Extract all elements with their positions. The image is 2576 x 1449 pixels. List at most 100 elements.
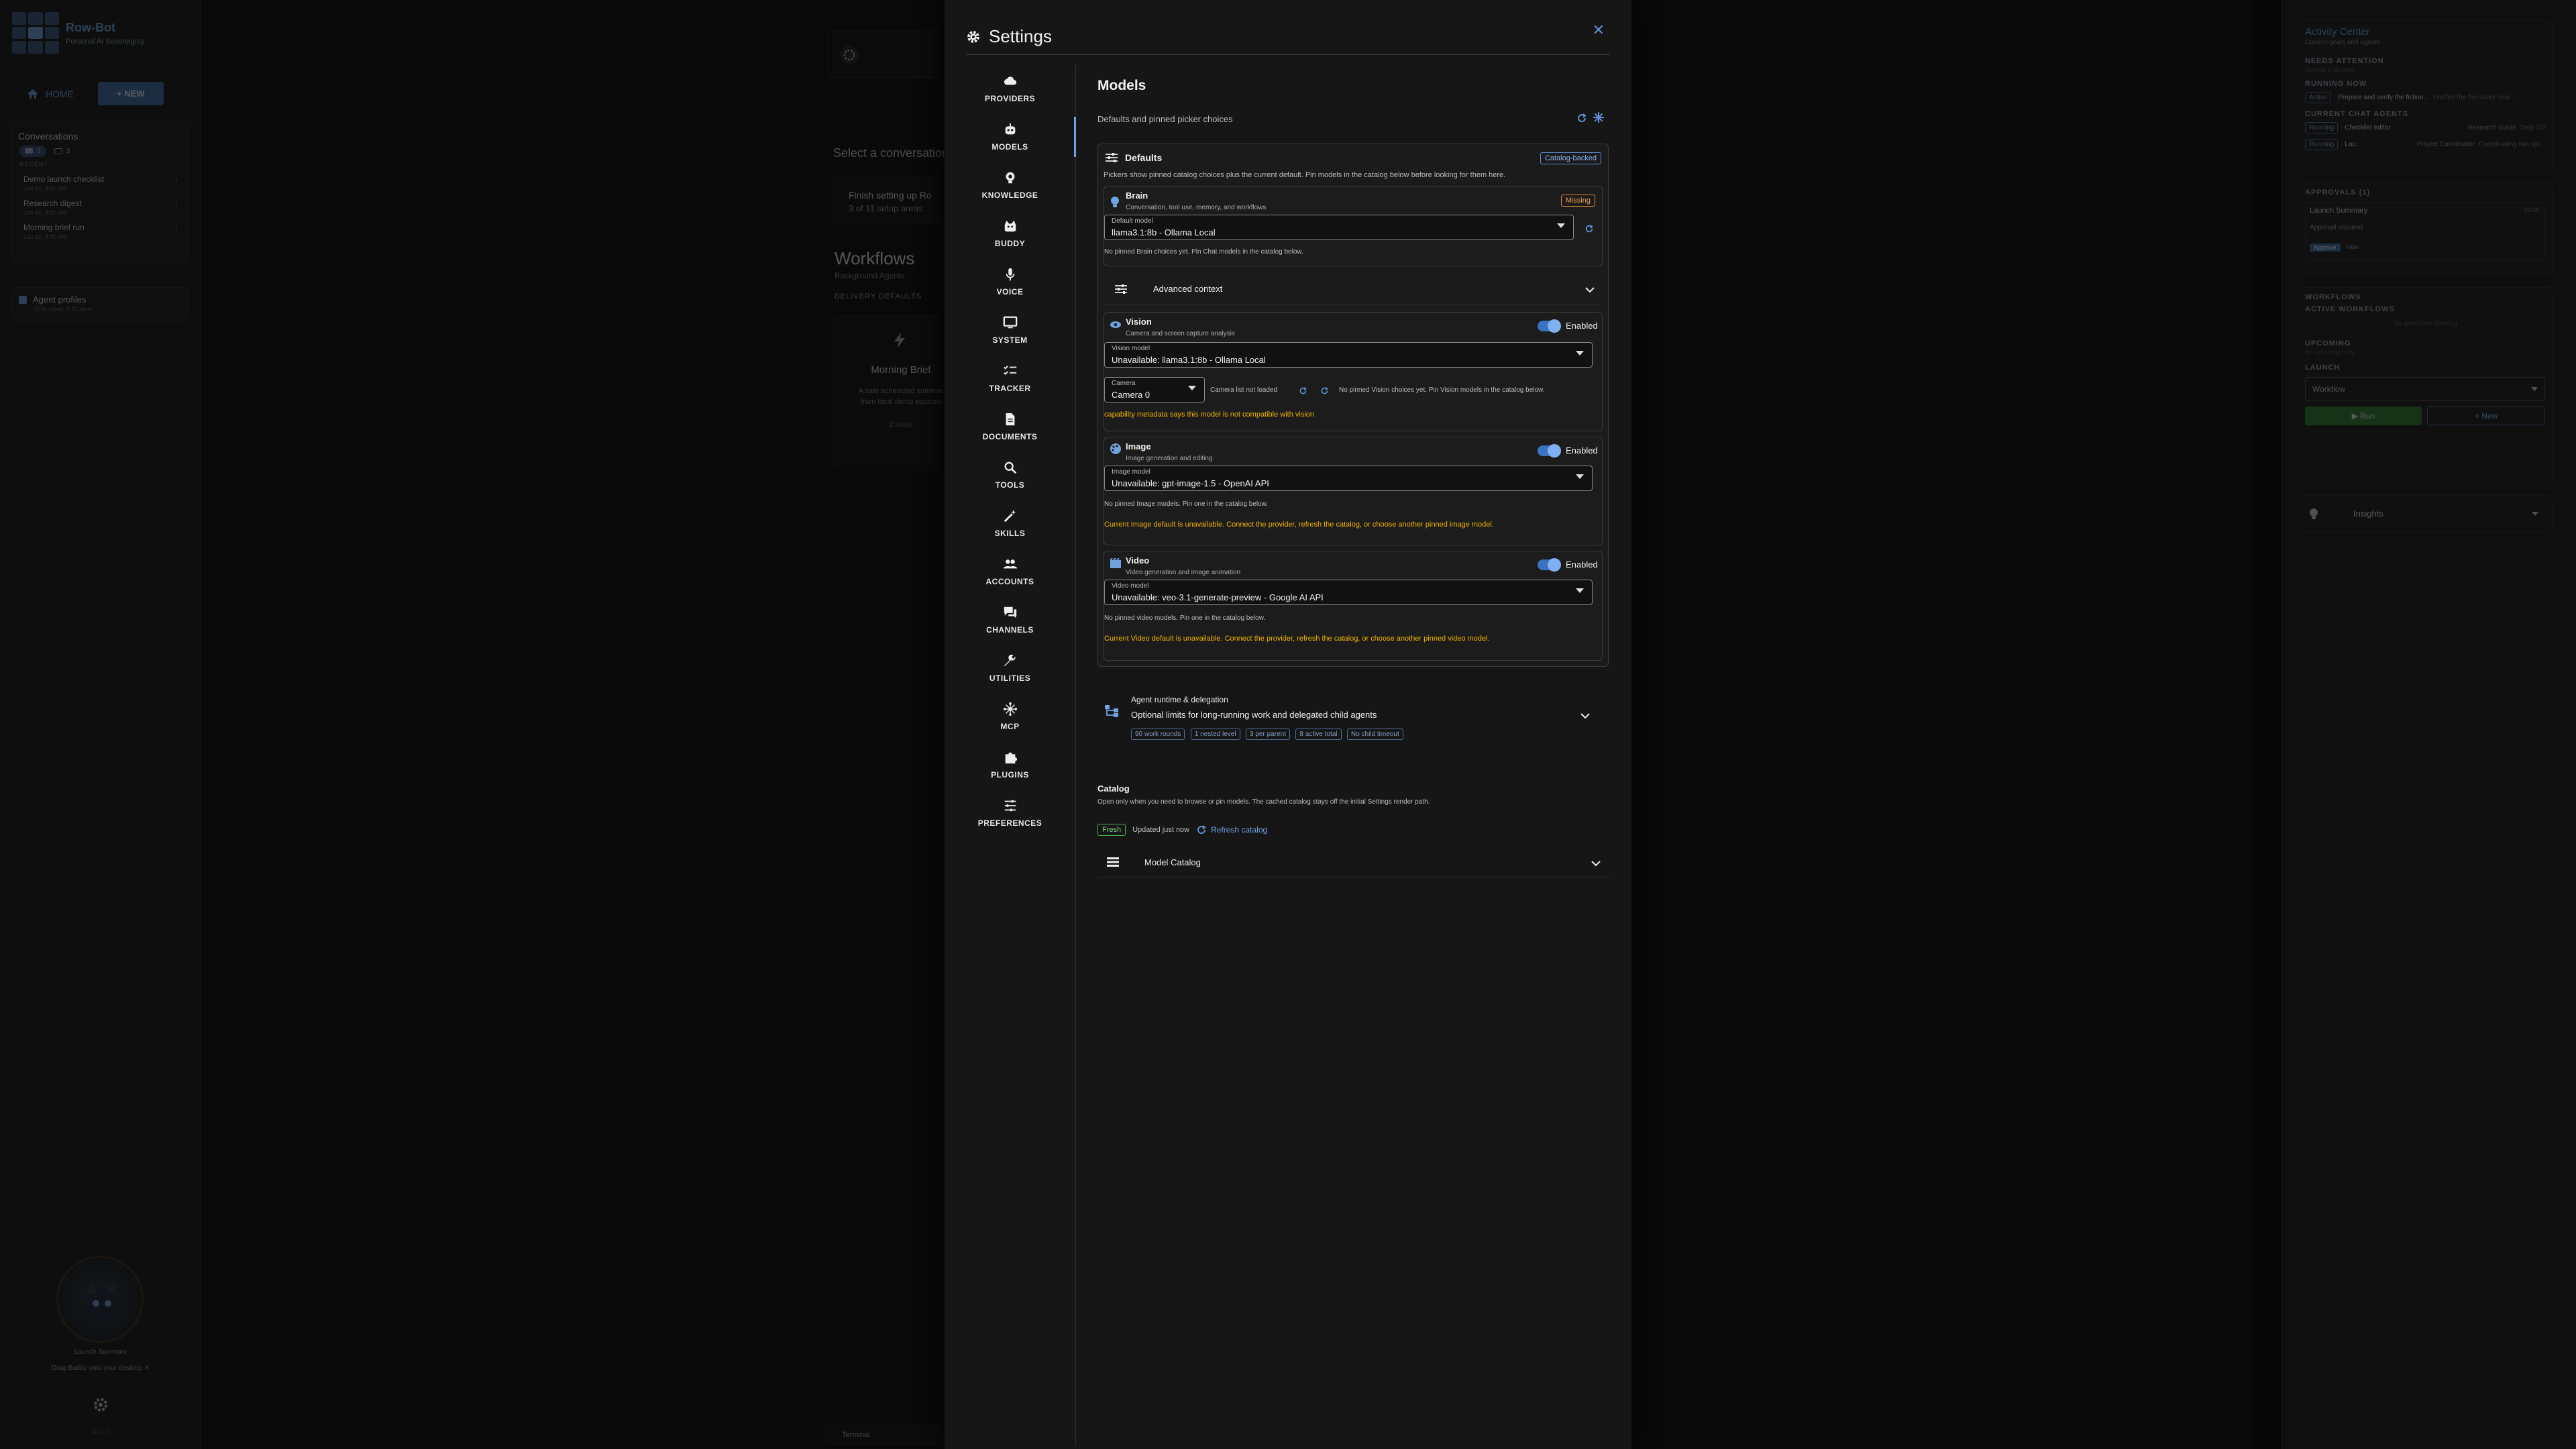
nav-mcp[interactable]: MCP — [945, 692, 1075, 741]
catalog-backed-badge: Catalog-backed — [1540, 152, 1601, 164]
nav-knowledge[interactable]: KNOWLEDGE — [945, 161, 1075, 209]
vision-title: Vision — [1126, 317, 1152, 327]
refresh-icon[interactable] — [1585, 224, 1594, 233]
runtime-pill: 3 per parent — [1246, 729, 1290, 740]
nav-plugins[interactable]: PLUGINS — [945, 741, 1075, 789]
image-warning: Current Image default is unavailable. Co… — [1104, 521, 1494, 529]
nav-channels[interactable]: CHANNELS — [945, 596, 1075, 644]
image-toggle[interactable] — [1538, 444, 1561, 458]
vision-note: No pinned Vision choices yet. Pin Vision… — [1339, 386, 1545, 394]
video-warning: Current Video default is unavailable. Co… — [1104, 635, 1490, 643]
refresh-catalog-label: Refresh catalog — [1211, 825, 1268, 835]
vision-model-select[interactable]: Vision model Unavailable: llama3.1:8b - … — [1104, 342, 1593, 368]
video-model-select[interactable]: Video model Unavailable: veo-3.1-generat… — [1104, 580, 1593, 605]
runtime-pill: 1 nested level — [1190, 729, 1240, 740]
chevron-down-icon — [1188, 386, 1196, 390]
nav-label: MCP — [1000, 722, 1020, 731]
video-model-caption: Video model — [1112, 582, 1149, 590]
nav-label: VOICE — [996, 287, 1024, 297]
camera-value: Camera 0 — [1112, 390, 1150, 400]
chat-bubbles-icon — [1004, 606, 1016, 619]
nav-label: UTILITIES — [989, 674, 1031, 683]
refresh-icon — [1197, 825, 1206, 835]
microphone-icon — [1006, 268, 1014, 281]
people-icon — [1003, 559, 1017, 569]
pet-icon — [1004, 220, 1016, 232]
nav-label: BUDDY — [994, 239, 1026, 248]
nav-label: MODELS — [991, 142, 1028, 152]
vision-model-value: Unavailable: llama3.1:8b - Ollama Local — [1112, 355, 1266, 365]
chevron-down-icon — [1576, 351, 1584, 356]
refresh-icon[interactable] — [1299, 386, 1307, 395]
defaults-title: Defaults — [1125, 152, 1163, 163]
advanced-context-toggle[interactable]: Advanced context — [1104, 274, 1603, 305]
refresh-icon[interactable] — [1576, 113, 1587, 123]
brain-note: No pinned Brain choices yet. Pin Chat mo… — [1104, 248, 1303, 256]
nav-voice[interactable]: VOICE — [945, 258, 1075, 306]
model-catalog-toggle[interactable]: Model Catalog — [1097, 845, 1609, 877]
camera-caption: Camera — [1112, 380, 1136, 387]
nav-accounts[interactable]: ACCOUNTS — [945, 547, 1075, 596]
vision-section: Vision Camera and screen capture analysi… — [1104, 312, 1603, 431]
checklist-icon — [1003, 366, 1016, 375]
advanced-context-label: Advanced context — [1153, 284, 1223, 294]
close-icon[interactable]: ✕ — [1593, 21, 1605, 39]
settings-nav: PROVIDERS MODELS KNOWLEDGE BUDDY VOICE S… — [945, 64, 1076, 1446]
nav-skills[interactable]: SKILLS — [945, 499, 1075, 547]
vision-toggle-label: Enabled — [1566, 321, 1598, 331]
nav-models[interactable]: MODELS — [945, 113, 1076, 161]
camera-select[interactable]: Camera Camera 0 — [1104, 377, 1205, 402]
nav-label: SKILLS — [994, 529, 1026, 538]
robot-icon — [1005, 123, 1015, 135]
nav-label: TRACKER — [989, 384, 1031, 393]
vision-toggle[interactable] — [1538, 319, 1561, 333]
nav-label: TOOLS — [995, 480, 1025, 490]
image-model-caption: Image model — [1112, 468, 1150, 476]
nav-documents[interactable]: DOCUMENTS — [945, 402, 1075, 451]
video-title: Video — [1126, 555, 1150, 566]
nav-label: ACCOUNTS — [985, 577, 1034, 586]
nav-label: PROVIDERS — [984, 94, 1036, 103]
nav-buddy[interactable]: BUDDY — [945, 209, 1075, 258]
catalog-updated: Updated just now — [1132, 826, 1190, 834]
nav-label: CHANNELS — [986, 625, 1034, 635]
refresh-icon[interactable] — [1320, 386, 1329, 395]
nav-tracker[interactable]: TRACKER — [945, 354, 1075, 402]
default-model-value: llama3.1:8b - Ollama Local — [1112, 227, 1216, 237]
nav-system[interactable]: SYSTEM — [945, 306, 1075, 354]
eye-icon — [1110, 321, 1121, 328]
defaults-card: Defaults Catalog-backed Pickers show pin… — [1097, 144, 1609, 667]
missing-badge: Missing — [1560, 195, 1595, 207]
chevron-down-icon — [1576, 588, 1584, 593]
video-toggle[interactable] — [1538, 558, 1561, 572]
sparkle-icon[interactable] — [1593, 111, 1605, 123]
wrench-icon — [1004, 654, 1016, 667]
image-section: Image Image generation and editing Enabl… — [1104, 437, 1603, 545]
settings-title: Settings — [989, 26, 1052, 46]
image-title: Image — [1126, 441, 1151, 451]
default-model-select[interactable]: Default model llama3.1:8b - Ollama Local — [1104, 215, 1574, 240]
video-description: Video generation and image animation — [1126, 569, 1241, 576]
model-catalog-label: Model Catalog — [1144, 857, 1201, 867]
runtime-pill: 90 work rounds — [1131, 729, 1185, 740]
image-description: Image generation and editing — [1126, 455, 1213, 462]
nav-utilities[interactable]: UTILITIES — [945, 644, 1075, 692]
settings-header: Settings ✕ — [966, 19, 1610, 55]
default-model-caption: Default model — [1112, 217, 1153, 225]
nav-label: PREFERENCES — [977, 818, 1042, 828]
nav-tools[interactable]: TOOLS — [945, 451, 1075, 499]
camera-note: Camera list not loaded — [1210, 386, 1278, 394]
vision-model-caption: Vision model — [1112, 345, 1150, 352]
image-note: No pinned Image models. Pin one in the c… — [1104, 500, 1269, 508]
image-model-select[interactable]: Image model Unavailable: gpt-image-1.5 -… — [1104, 466, 1593, 491]
image-model-value: Unavailable: gpt-image-1.5 - OpenAI API — [1112, 478, 1269, 488]
agent-runtime-section[interactable]: Agent runtime & delegation Optional limi… — [1097, 684, 1609, 745]
refresh-catalog-button[interactable]: Refresh catalog — [1196, 824, 1267, 835]
nav-preferences[interactable]: PREFERENCES — [945, 789, 1075, 837]
runtime-pills: 90 work rounds 1 nested level 3 per pare… — [1131, 727, 1406, 740]
nav-providers[interactable]: PROVIDERS — [945, 64, 1075, 113]
nav-label: PLUGINS — [991, 770, 1029, 780]
settings-modal: Settings ✕ PROVIDERS MODELS KNOWLEDGE BU… — [945, 0, 1631, 1449]
nav-label: DOCUMENTS — [982, 432, 1038, 441]
puzzle-icon — [1005, 752, 1017, 764]
